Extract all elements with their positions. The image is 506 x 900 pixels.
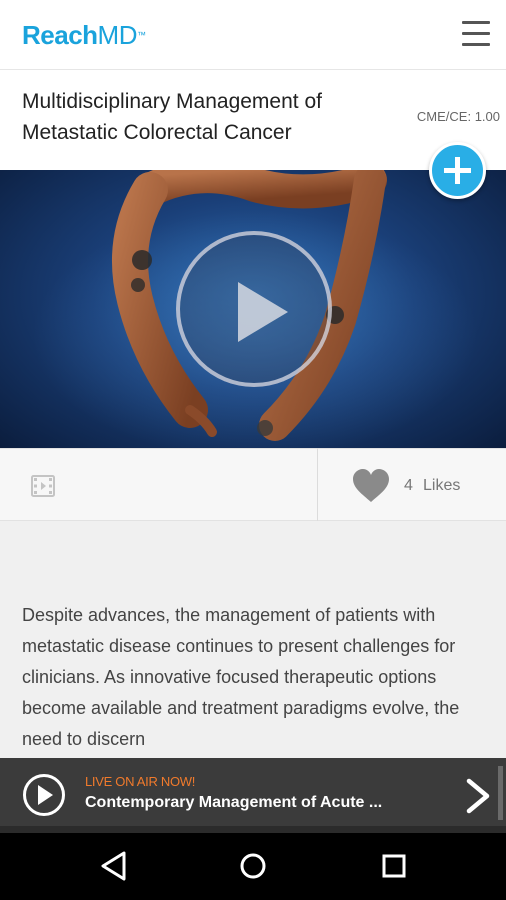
live-play-button[interactable] — [23, 774, 65, 816]
play-icon — [38, 785, 53, 805]
live-program-title: Contemporary Management of Acute ... — [85, 794, 383, 811]
live-on-air-label: LIVE ON AIR NOW! — [85, 774, 196, 789]
heart-icon[interactable] — [352, 468, 390, 504]
add-plus-button[interactable] — [429, 142, 486, 199]
likes-label: Likes — [423, 477, 461, 494]
actions-divider — [317, 448, 318, 521]
live-bar-edge — [498, 766, 503, 820]
hamburger-menu-icon[interactable] — [462, 21, 492, 47]
back-triangle-icon[interactable] — [94, 848, 134, 884]
reachmd-logo[interactable]: ReachMD™ — [22, 20, 146, 50]
cme-credit-label: CME/CE: 1.00 — [416, 109, 500, 124]
home-circle-icon[interactable] — [233, 848, 273, 884]
live-bar-shadow — [0, 826, 506, 833]
likes-count: 4 — [404, 477, 413, 494]
film-icon[interactable] — [31, 475, 55, 497]
logo-md-text: MD — [97, 20, 138, 50]
logo-reach-text: Reach — [22, 20, 98, 50]
article-description: Despite advances, the management of pati… — [22, 605, 460, 749]
recents-square-icon[interactable] — [374, 848, 414, 884]
play-video-button[interactable] — [176, 231, 332, 387]
logo-trademark: ™ — [136, 30, 146, 40]
article-title: Multidisciplinary Management of Metastat… — [22, 90, 322, 144]
chevron-right-icon[interactable] — [463, 778, 493, 814]
play-icon — [238, 282, 288, 342]
